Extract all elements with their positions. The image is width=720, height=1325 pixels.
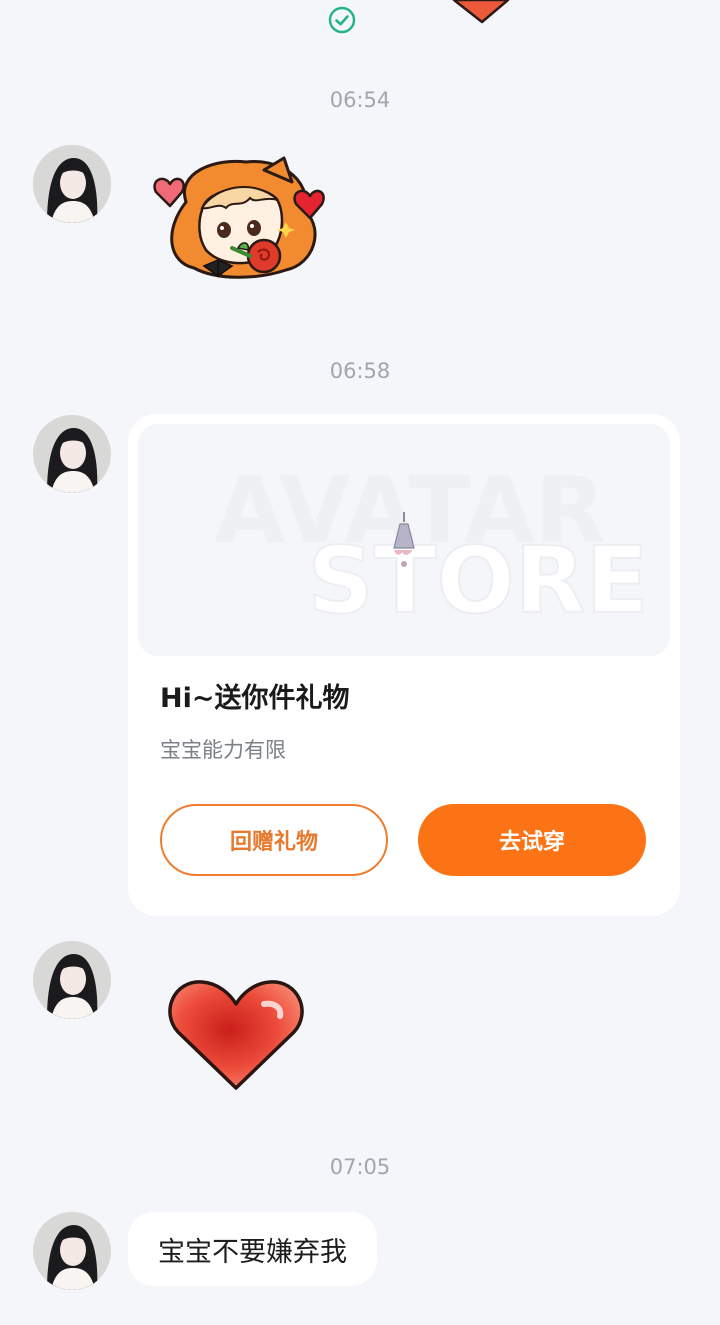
heart-sticker-partial[interactable] — [452, 0, 510, 24]
gift-image[interactable]: AVATAR STORE — [138, 424, 670, 656]
return-gift-button[interactable]: 回赠礼物 — [160, 804, 388, 876]
gift-title: Hi~送你件礼物 — [160, 683, 350, 714]
try-on-button[interactable]: 去试穿 — [418, 804, 646, 876]
check-circle-icon — [328, 6, 356, 34]
avatar[interactable] — [33, 145, 111, 223]
anime-girl-rose-sticker[interactable] — [146, 152, 336, 284]
text-message-bubble[interactable]: 宝宝不要嫌弃我 — [128, 1212, 377, 1286]
message-text: 宝宝不要嫌弃我 — [158, 1236, 347, 1268]
gift-description: 宝宝能力有限 — [160, 738, 286, 762]
watermark-store: STORE — [308, 527, 649, 634]
avatar[interactable] — [33, 1212, 111, 1290]
avatar[interactable] — [33, 941, 111, 1019]
avatar[interactable] — [33, 415, 111, 493]
timestamp: 06:54 — [329, 88, 391, 112]
timestamp: 07:05 — [329, 1155, 391, 1179]
red-heart-sticker[interactable] — [164, 976, 308, 1094]
timestamp: 06:58 — [329, 359, 391, 383]
gift-card[interactable]: AVATAR STORE Hi~送你件礼物 宝宝能力有限 回赠礼物 去试穿 — [128, 414, 680, 916]
